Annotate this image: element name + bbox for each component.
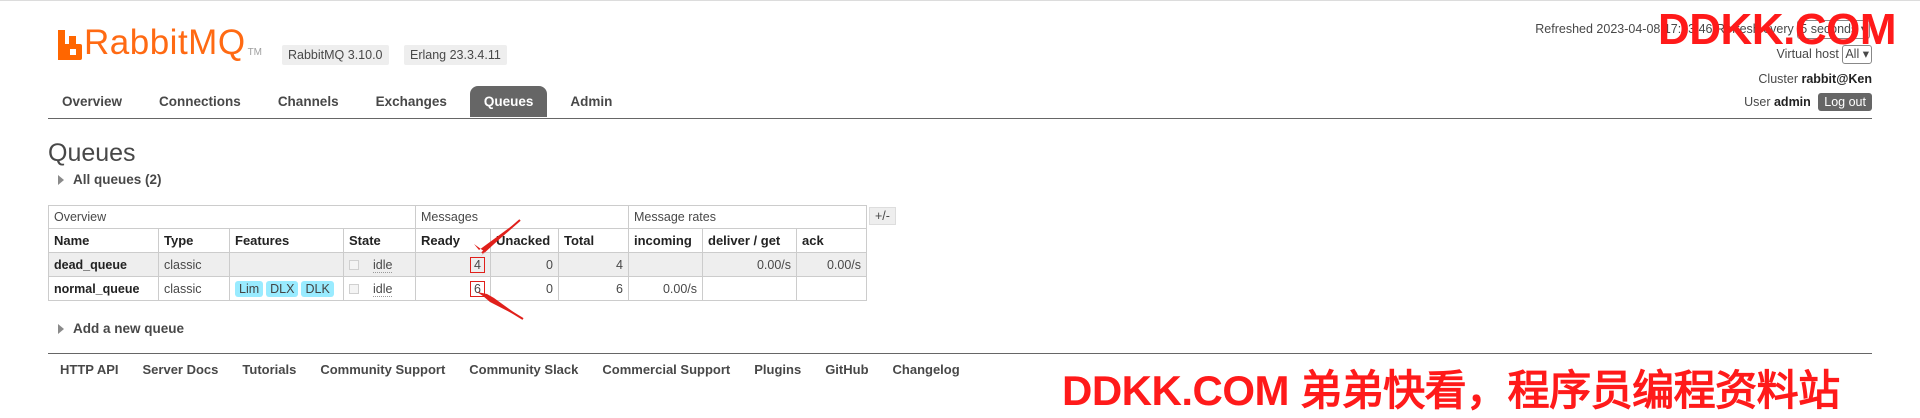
user-info: User admin Log out [1744,93,1872,111]
queue-features [229,252,344,277]
queue-deliver-get-rate: 0.00/s [702,252,797,277]
rabbitmq-logo-icon [58,30,82,60]
tab-queues[interactable]: Queues [469,86,548,117]
queue-features: Lim DLX DLK [229,276,344,301]
footer-divider [48,353,1872,354]
table-row[interactable]: normal_queue classic Lim DLX DLK idle 6 0 … [48,276,867,301]
add-queue-label: Add a new queue [73,321,185,336]
footer-link-http-api[interactable]: HTTP API [60,362,119,377]
col-state[interactable]: State [343,228,416,253]
tab-connections[interactable]: Connections [145,86,255,117]
logo-trademark: TM [247,47,263,58]
queue-total: 4 [558,252,629,277]
queue-unacked: 0 [490,252,559,277]
col-incoming[interactable]: incoming [628,228,703,253]
top-border [0,0,1920,1]
cluster-info: Cluster rabbit@Ken [1758,72,1872,86]
rabbitmq-version-badge: RabbitMQ 3.10.0 [282,45,389,65]
col-unacked[interactable]: Unacked [490,228,559,253]
queue-ack-rate [796,276,867,301]
queue-name-link[interactable]: normal_queue [48,276,159,301]
erlang-version-badge: Erlang 23.3.4.11 [404,45,507,65]
queue-state: idle [343,252,416,277]
col-type[interactable]: Type [158,228,230,253]
queues-table: Overview Messages Message rates Name Typ… [48,205,867,301]
main-nav-tabs: Overview Connections Channels Exchanges … [48,86,635,117]
queue-type: classic [158,276,230,301]
queue-deliver-get-rate [702,276,797,301]
queue-ready: 6 [415,276,491,301]
queue-total: 6 [558,276,629,301]
feature-badge-dlk[interactable]: DLK [301,280,334,297]
tab-admin[interactable]: Admin [556,86,626,117]
footer-link-commercial-support[interactable]: Commercial Support [602,362,730,377]
all-queues-label: All queues (2) [73,172,162,187]
footer-link-changelog[interactable]: Changelog [893,362,960,377]
cluster-name: rabbit@Ken [1801,72,1872,86]
queue-ready: 4 [415,252,491,277]
highlighted-ready-count: 4 [470,256,485,273]
state-label: idle [373,281,393,297]
queue-unacked: 0 [490,276,559,301]
tab-channels[interactable]: Channels [264,86,353,117]
group-overview: Overview [48,205,416,229]
column-toggle-button[interactable]: +/- [869,207,896,225]
highlighted-ready-count: 6 [470,280,485,297]
queue-name-link[interactable]: dead_queue [48,252,159,277]
footer-link-community-support[interactable]: Community Support [320,362,445,377]
footer-link-community-slack[interactable]: Community Slack [469,362,578,377]
feature-badge-dlx[interactable]: DLX [266,280,299,297]
cluster-label: Cluster [1758,72,1798,86]
queue-type: classic [158,252,230,277]
col-ready[interactable]: Ready [415,228,491,253]
footer-link-plugins[interactable]: Plugins [754,362,801,377]
logo-text: RabbitMQ [84,23,246,62]
group-message-rates: Message rates [628,205,867,229]
group-messages: Messages [415,205,629,229]
watermark-bottom: DDKK.COM 弟弟快看，程序员编程资料站 [1062,367,1840,414]
footer-link-server-docs[interactable]: Server Docs [143,362,219,377]
watermark-top: DDKK.COM [1658,5,1896,54]
table-row[interactable]: dead_queue classic idle 4 0 4 0.00/s 0.0… [48,252,867,277]
queue-incoming-rate: 0.00/s [628,276,703,301]
expand-triangle-icon [58,175,64,186]
col-deliver-get[interactable]: deliver / get [702,228,797,253]
add-queue-toggle[interactable]: Add a new queue [58,321,184,336]
queue-ack-rate: 0.00/s [796,252,867,277]
col-features[interactable]: Features [229,228,344,253]
col-total[interactable]: Total [558,228,629,253]
tab-exchanges[interactable]: Exchanges [362,86,461,117]
expand-triangle-icon [58,324,64,335]
table-group-header: Overview Messages Message rates [48,205,867,229]
page-title: Queues [48,139,136,167]
state-label: idle [373,257,393,273]
col-ack[interactable]: ack [796,228,867,253]
table-column-header: Name Type Features State Ready Unacked T… [48,228,867,253]
state-indicator-icon [349,284,359,295]
all-queues-toggle[interactable]: All queues (2) [58,172,162,187]
user-name: admin [1773,95,1811,109]
footer-links: HTTP API Server Docs Tutorials Community… [60,362,984,377]
queue-state: idle [343,276,416,301]
logout-button[interactable]: Log out [1818,93,1872,111]
footer-link-tutorials[interactable]: Tutorials [242,362,296,377]
col-name[interactable]: Name [48,228,159,253]
tab-divider [48,118,1872,119]
feature-badge-lim[interactable]: Lim [235,280,264,297]
queue-incoming-rate [628,252,703,277]
user-label: User [1744,95,1771,109]
footer-link-github[interactable]: GitHub [825,362,868,377]
rabbitmq-logo[interactable]: RabbitMQ TM [58,23,263,62]
state-indicator-icon [349,260,359,271]
tab-overview[interactable]: Overview [48,86,136,117]
